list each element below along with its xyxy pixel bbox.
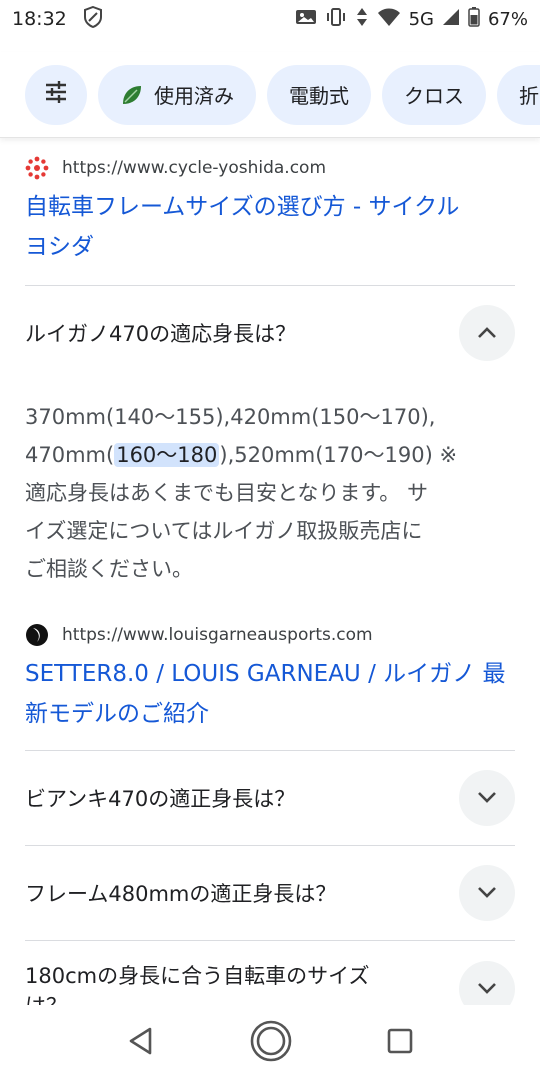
chip-used[interactable]: 使用済み [98, 64, 256, 125]
faq-answer-line: 370mm(140〜155),420mm(150〜170), [25, 405, 436, 429]
search-result[interactable]: https://www.louisgarneausports.com SETTE… [0, 616, 540, 750]
search-result[interactable]: https://www.cycle-yoshida.com 自転車フレームサイズ… [0, 140, 540, 285]
tune-icon [44, 81, 68, 108]
result-site-row: https://www.cycle-yoshida.com [25, 155, 515, 181]
vibrate-icon [325, 7, 347, 32]
result-title-line: 自転車フレームサイズの選び方 - サイクル [25, 194, 460, 220]
faq-answer-line: 適応身長はあくまでも目安となります。 サ [25, 481, 428, 505]
shield-icon [83, 5, 103, 33]
chevron-down-icon [477, 884, 497, 903]
chip-folding-label: 折り [519, 84, 540, 108]
search-results: https://www.cycle-yoshida.com 自転車フレームサイズ… [0, 140, 540, 1021]
chevron-up-icon [477, 324, 497, 343]
home-circle-icon [249, 1020, 293, 1067]
result-title-line: ヨシダ [25, 234, 94, 260]
expand-button[interactable] [459, 865, 515, 921]
expand-button[interactable] [459, 770, 515, 826]
result-title-line: SETTER8.0 / LOUIS GARNEAU / ルイガノ 最 [25, 661, 506, 687]
battery-icon [468, 6, 480, 32]
chip-cross-label: クロス [404, 84, 464, 108]
network-type: 5G [408, 8, 434, 30]
chip-electric-label: 電動式 [289, 84, 349, 108]
faq-answer-line: 470mm(160〜180),520mm(170〜190) ※ [25, 436, 515, 474]
back-triangle-icon [126, 1027, 156, 1060]
faq-answer: 370mm(140〜155),420mm(150〜170), 470mm(160… [0, 380, 540, 616]
faq-question[interactable]: ビアンキ470の適正身長は？ [0, 751, 540, 845]
chevron-down-icon [477, 789, 497, 808]
result-title-line: 新モデルのご紹介 [25, 701, 209, 727]
faq-answer-text: ),520mm(170〜190) ※ [219, 443, 458, 467]
filter-settings-chip[interactable] [25, 64, 87, 125]
collapse-button[interactable] [459, 305, 515, 361]
leaf-icon [120, 83, 144, 107]
faq-question-text: ルイガノ470の適応身長は？ [25, 322, 297, 346]
faq-question[interactable]: フレーム480mmの適正身長は？ [0, 846, 540, 940]
wifi-icon [377, 7, 401, 32]
recents-square-icon [386, 1028, 414, 1059]
battery-level: 67% [487, 8, 528, 30]
highlighted-text: 160〜180 [114, 443, 220, 467]
chip-used-label: 使用済み [154, 84, 234, 108]
result-title-link[interactable]: 自転車フレームサイズの選び方 - サイクル ヨシダ [25, 187, 515, 267]
result-url: https://www.louisgarneausports.com [62, 625, 373, 645]
faq-question-line: 180cmの身長に合う自転車のサイズ [25, 964, 370, 988]
result-url: https://www.cycle-yoshida.com [62, 158, 326, 178]
chip-folding[interactable]: 折り [497, 64, 540, 125]
status-bar: 18:32 5G 67% [0, 0, 540, 38]
chevron-down-icon [477, 980, 497, 999]
result-title-link[interactable]: SETTER8.0 / LOUIS GARNEAU / ルイガノ 最 新モデルの… [25, 654, 515, 734]
data-arrows-icon [355, 7, 369, 32]
system-navigation-bar [0, 1005, 540, 1080]
faq-answer-line: ご相談ください。 [25, 557, 193, 581]
faq-answer-text: 470mm( [25, 443, 115, 467]
home-button[interactable] [249, 1019, 293, 1067]
image-icon [295, 8, 317, 31]
status-time: 18:32 [12, 8, 67, 30]
louis-garneau-favicon-icon [25, 623, 49, 647]
result-site-row: https://www.louisgarneausports.com [25, 622, 515, 648]
chip-electric[interactable]: 電動式 [267, 64, 371, 125]
faq-question-text: フレーム480mmの適正身長は？ [25, 882, 337, 906]
faq-question-expanded[interactable]: ルイガノ470の適応身長は？ [0, 286, 540, 380]
back-button[interactable] [126, 1026, 156, 1060]
chip-cross[interactable]: クロス [382, 64, 486, 125]
recents-button[interactable] [386, 1027, 414, 1059]
filter-chip-bar: 使用済み 電動式 クロス 折り [0, 52, 540, 138]
faq-question-text: ビアンキ470の適正身長は？ [25, 787, 296, 811]
cycle-yoshida-favicon-icon [25, 156, 49, 180]
faq-answer-line: イズ選定についてはルイガノ取扱販売店に [25, 519, 423, 543]
signal-icon [442, 8, 460, 31]
